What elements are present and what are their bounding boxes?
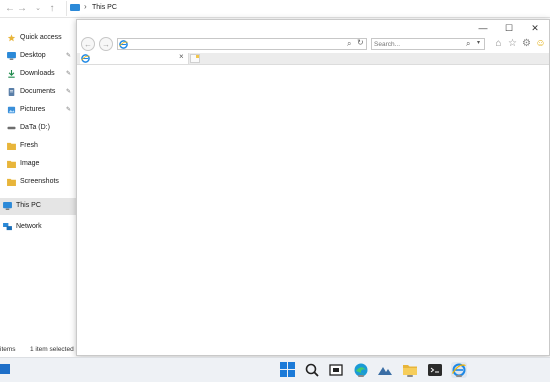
internet-explorer-icon [119, 40, 128, 49]
recent-dropdown-icon[interactable]: ⌄ [32, 3, 44, 15]
drive-icon [7, 126, 16, 130]
pin-icon: ✎ [66, 107, 72, 113]
running-indicator [456, 375, 462, 377]
widgets-icon[interactable] [0, 364, 10, 374]
search-icon[interactable]: ⌕ [466, 39, 470, 49]
maximize-icon[interactable]: ☐ [503, 22, 515, 34]
nav-item-label: Desktop [20, 52, 46, 59]
nav-item-label: Documents [20, 88, 56, 95]
terminal-icon[interactable] [427, 362, 443, 378]
pictures-icon [7, 106, 16, 114]
new-tab-button[interactable] [190, 54, 200, 63]
pin-icon: ✎ [66, 89, 72, 95]
photos-icon[interactable] [377, 362, 393, 378]
nav-item-image[interactable]: Image [0, 156, 76, 173]
search-icon[interactable] [304, 362, 320, 378]
taskbar [0, 357, 550, 382]
nav-item-desktop[interactable]: Desktop ✎ [0, 48, 76, 65]
browser-window: — ☐ ✕ ← → ⌕ ↻ ⌕ ▾ ⌂ ☆ ⚙ ☺ × [76, 19, 550, 356]
browser-search-box[interactable]: ⌕ ▾ [371, 38, 485, 50]
nav-item-fresh[interactable]: Fresh [0, 138, 76, 155]
explorer-address-bar[interactable]: › This PC [66, 1, 550, 16]
nav-item-downloads[interactable]: Downloads ✎ [0, 66, 76, 83]
nav-item-label: Image [20, 160, 40, 167]
refresh-icon[interactable]: ↻ [357, 38, 364, 47]
folder-icon [7, 142, 16, 150]
chevron-right-icon: › [84, 2, 87, 11]
browser-tab-strip: × [77, 52, 549, 65]
nav-item-network[interactable]: Network [0, 219, 76, 236]
internet-explorer-icon [81, 54, 90, 63]
back-arrow-icon[interactable]: ← [4, 3, 16, 15]
this-pc-icon [70, 4, 80, 11]
nav-item-label: Downloads [20, 70, 55, 77]
explorer-toolbar: ← → ⌄ ↑ › This PC [0, 0, 550, 18]
browser-page-content[interactable] [77, 65, 549, 355]
home-icon[interactable]: ⌂ [493, 38, 504, 49]
task-view-icon[interactable] [328, 362, 344, 378]
this-pc-icon [3, 202, 12, 210]
search-input[interactable] [374, 39, 454, 49]
tab-blank[interactable]: × [80, 52, 189, 64]
running-indicator [358, 375, 364, 377]
nav-item-label: Fresh [20, 142, 38, 149]
favorites-star-icon[interactable]: ☆ [507, 38, 518, 49]
forward-arrow-icon[interactable]: → [16, 3, 28, 15]
browser-navigation-bar: ← → ⌕ ↻ ⌕ ▾ ⌂ ☆ ⚙ ☺ [77, 36, 549, 53]
nav-item-label: DaTa (D:) [20, 124, 50, 131]
desktop-icon [7, 52, 16, 60]
back-arrow-icon: ← [84, 40, 92, 49]
start-icon[interactable] [280, 362, 296, 378]
internet-explorer-taskbar-icon[interactable] [451, 362, 467, 378]
network-icon [3, 223, 12, 231]
edge-icon[interactable] [353, 362, 369, 378]
folder-icon [7, 178, 16, 186]
nav-item-label: This PC [16, 202, 41, 209]
back-button[interactable]: ← [81, 37, 95, 51]
folder-icon [7, 160, 16, 168]
breadcrumb[interactable]: This PC [92, 4, 117, 11]
feedback-smiley-icon[interactable]: ☺ [535, 38, 546, 49]
minimize-icon[interactable]: — [477, 22, 489, 34]
forward-arrow-icon: → [102, 40, 110, 49]
nav-item-label: Screenshots [20, 178, 59, 185]
nav-item-label: Pictures [20, 106, 46, 113]
up-arrow-icon[interactable]: ↑ [46, 3, 58, 15]
forward-button[interactable]: → [99, 37, 113, 51]
nav-item-this-pc[interactable]: This PC [0, 198, 76, 215]
nav-item-documents[interactable]: Documents ✎ [0, 84, 76, 101]
nav-item-pictures[interactable]: Pictures ✎ [0, 102, 76, 119]
browser-titlebar[interactable]: — ☐ ✕ [77, 20, 549, 36]
navigation-pane: Quick access Desktop ✎ Downloads ✎ Docum… [0, 30, 76, 340]
chevron-down-icon[interactable]: ▾ [477, 39, 480, 46]
close-tab-icon[interactable]: × [179, 52, 184, 61]
documents-icon [8, 88, 15, 96]
nav-item-drive-d[interactable]: DaTa (D:) [0, 120, 76, 137]
settings-gear-icon[interactable]: ⚙ [521, 38, 532, 49]
running-indicator [407, 375, 413, 377]
pin-icon: ✎ [66, 71, 72, 77]
pin-icon: ✎ [66, 53, 72, 59]
nav-item-label: Network [16, 223, 42, 230]
selected-count-text: 1 item selected [30, 346, 74, 353]
nav-item-quick-access[interactable]: Quick access [0, 30, 76, 47]
close-icon[interactable]: ✕ [529, 22, 541, 34]
star-icon [7, 34, 16, 42]
file-explorer-icon[interactable] [402, 362, 418, 378]
address-search-icon[interactable]: ⌕ [347, 39, 351, 49]
nav-item-screenshots[interactable]: Screenshots [0, 174, 76, 191]
nav-item-label: Quick access [20, 34, 62, 41]
item-count-text: items [0, 346, 16, 353]
download-icon [8, 70, 15, 78]
browser-address-bar[interactable]: ⌕ ↻ [117, 38, 367, 50]
